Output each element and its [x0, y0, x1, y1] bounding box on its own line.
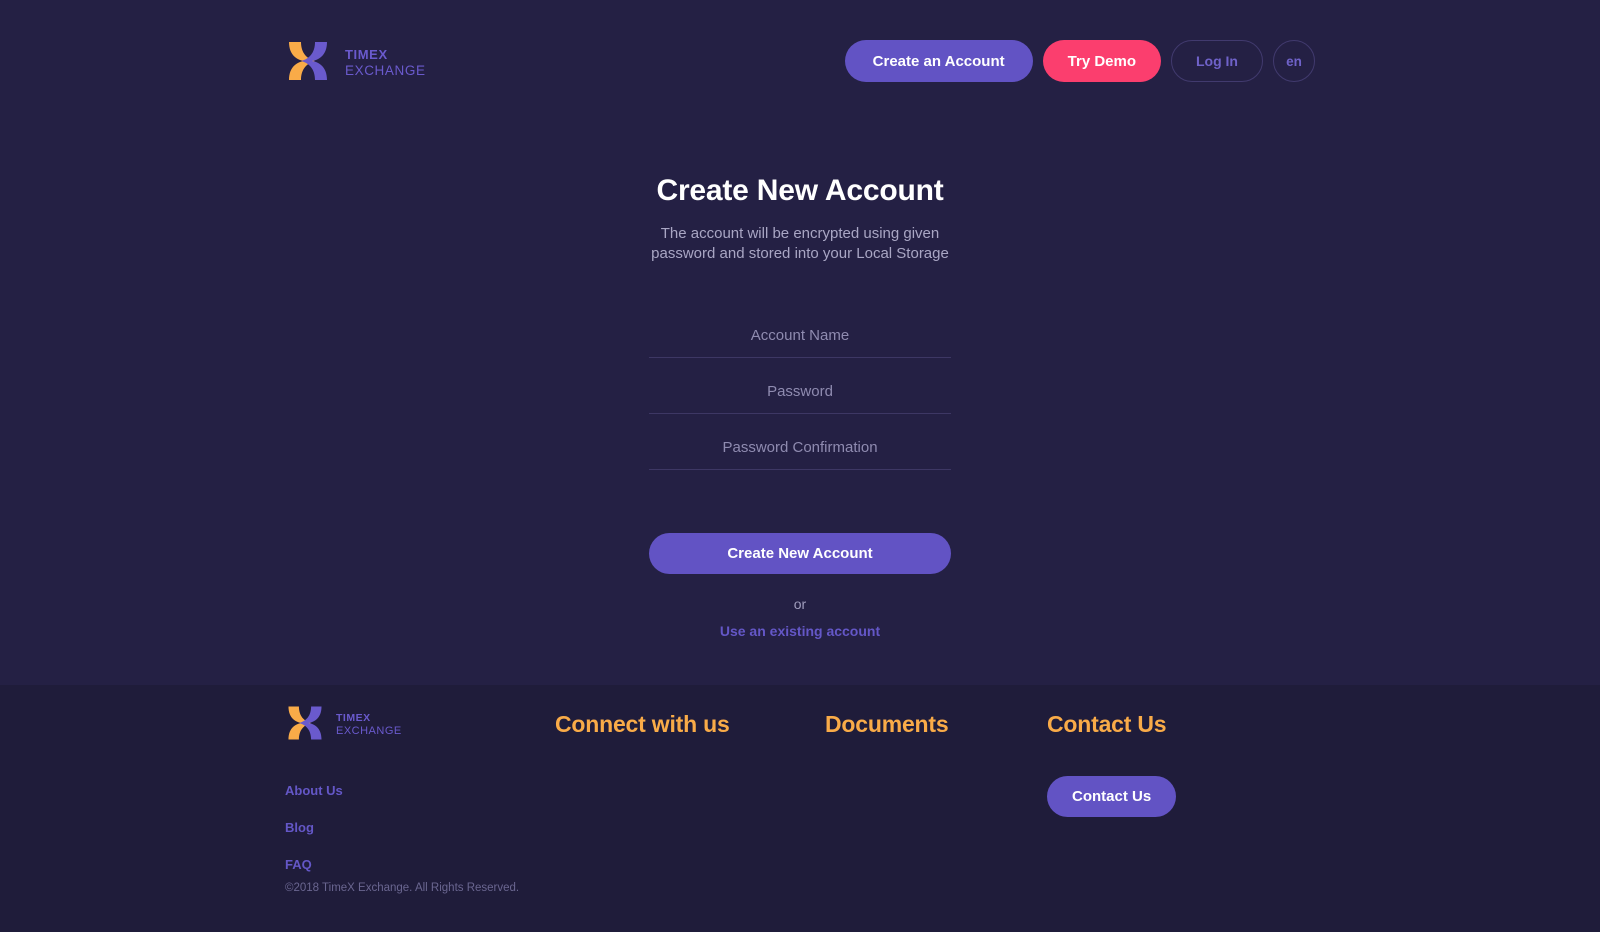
timex-x-logo-icon [289, 42, 327, 80]
footer-brand-wordmark: TIMEX EXCHANGE [336, 709, 402, 738]
copyright-text: ©2018 TimeX Exchange. All Rights Reserve… [285, 882, 520, 894]
footer-columns: TIMEX EXCHANGE About Us Blog FAQ Connect… [285, 685, 1315, 872]
password-confirmation-input[interactable] [649, 433, 951, 469]
account-name-field[interactable] [649, 302, 951, 358]
page-subtitle: The account will be encrypted using give… [651, 225, 949, 262]
create-account-button[interactable]: Create an Account [844, 40, 1033, 82]
page-title: Create New Account [656, 174, 944, 207]
footer-connect-column: Connect with us [555, 703, 825, 872]
footer-brand-logo[interactable]: TIMEX EXCHANGE [285, 703, 555, 743]
or-divider-label: or [793, 596, 807, 612]
try-demo-button[interactable]: Try Demo [1042, 40, 1161, 82]
footer-brand-column: TIMEX EXCHANGE About Us Blog FAQ [285, 703, 555, 872]
timex-x-logo-icon [288, 706, 322, 740]
header-actions: Create an Account Try Demo Log In en [844, 40, 1315, 82]
footer-heading-documents: Documents [825, 711, 949, 737]
footer-contact-column: Contact Us Contact Us [1047, 703, 1315, 872]
password-input[interactable] [649, 377, 951, 413]
create-new-account-button[interactable]: Create New Account [649, 533, 951, 574]
footer-link-list: About Us Blog FAQ [285, 783, 555, 872]
footer-brand-name-bottom: EXCHANGE [336, 725, 402, 738]
create-account-form: Create New Account [649, 302, 951, 574]
language-selector-button[interactable]: en [1273, 40, 1315, 82]
footer-documents-column: Documents [825, 703, 1047, 872]
brand-logo[interactable]: TIMEX EXCHANGE [285, 38, 426, 84]
password-confirmation-field[interactable] [649, 414, 951, 470]
account-name-input[interactable] [649, 321, 951, 357]
log-in-button[interactable]: Log In [1171, 40, 1263, 82]
footer-link-faq[interactable]: FAQ [285, 857, 312, 872]
brand-name-bottom: EXCHANGE [345, 62, 426, 78]
footer-heading-connect: Connect with us [555, 711, 730, 737]
site-footer: TIMEX EXCHANGE About Us Blog FAQ Connect… [0, 685, 1600, 932]
use-existing-account-link[interactable]: Use an existing account [720, 623, 880, 639]
footer-link-about-us[interactable]: About Us [285, 783, 343, 798]
footer-heading-contact: Contact Us [1047, 711, 1167, 737]
contact-us-button[interactable]: Contact Us [1047, 776, 1177, 817]
footer-link-blog[interactable]: Blog [285, 820, 314, 835]
password-field[interactable] [649, 358, 951, 414]
footer-brand-name-top: TIMEX [336, 711, 371, 724]
create-account-panel: Create New Account The account will be e… [0, 122, 1600, 685]
site-header: TIMEX EXCHANGE Create an Account Try Dem… [0, 0, 1600, 122]
brand-wordmark: TIMEX EXCHANGE [345, 45, 426, 78]
brand-name-top: TIMEX [345, 46, 388, 62]
